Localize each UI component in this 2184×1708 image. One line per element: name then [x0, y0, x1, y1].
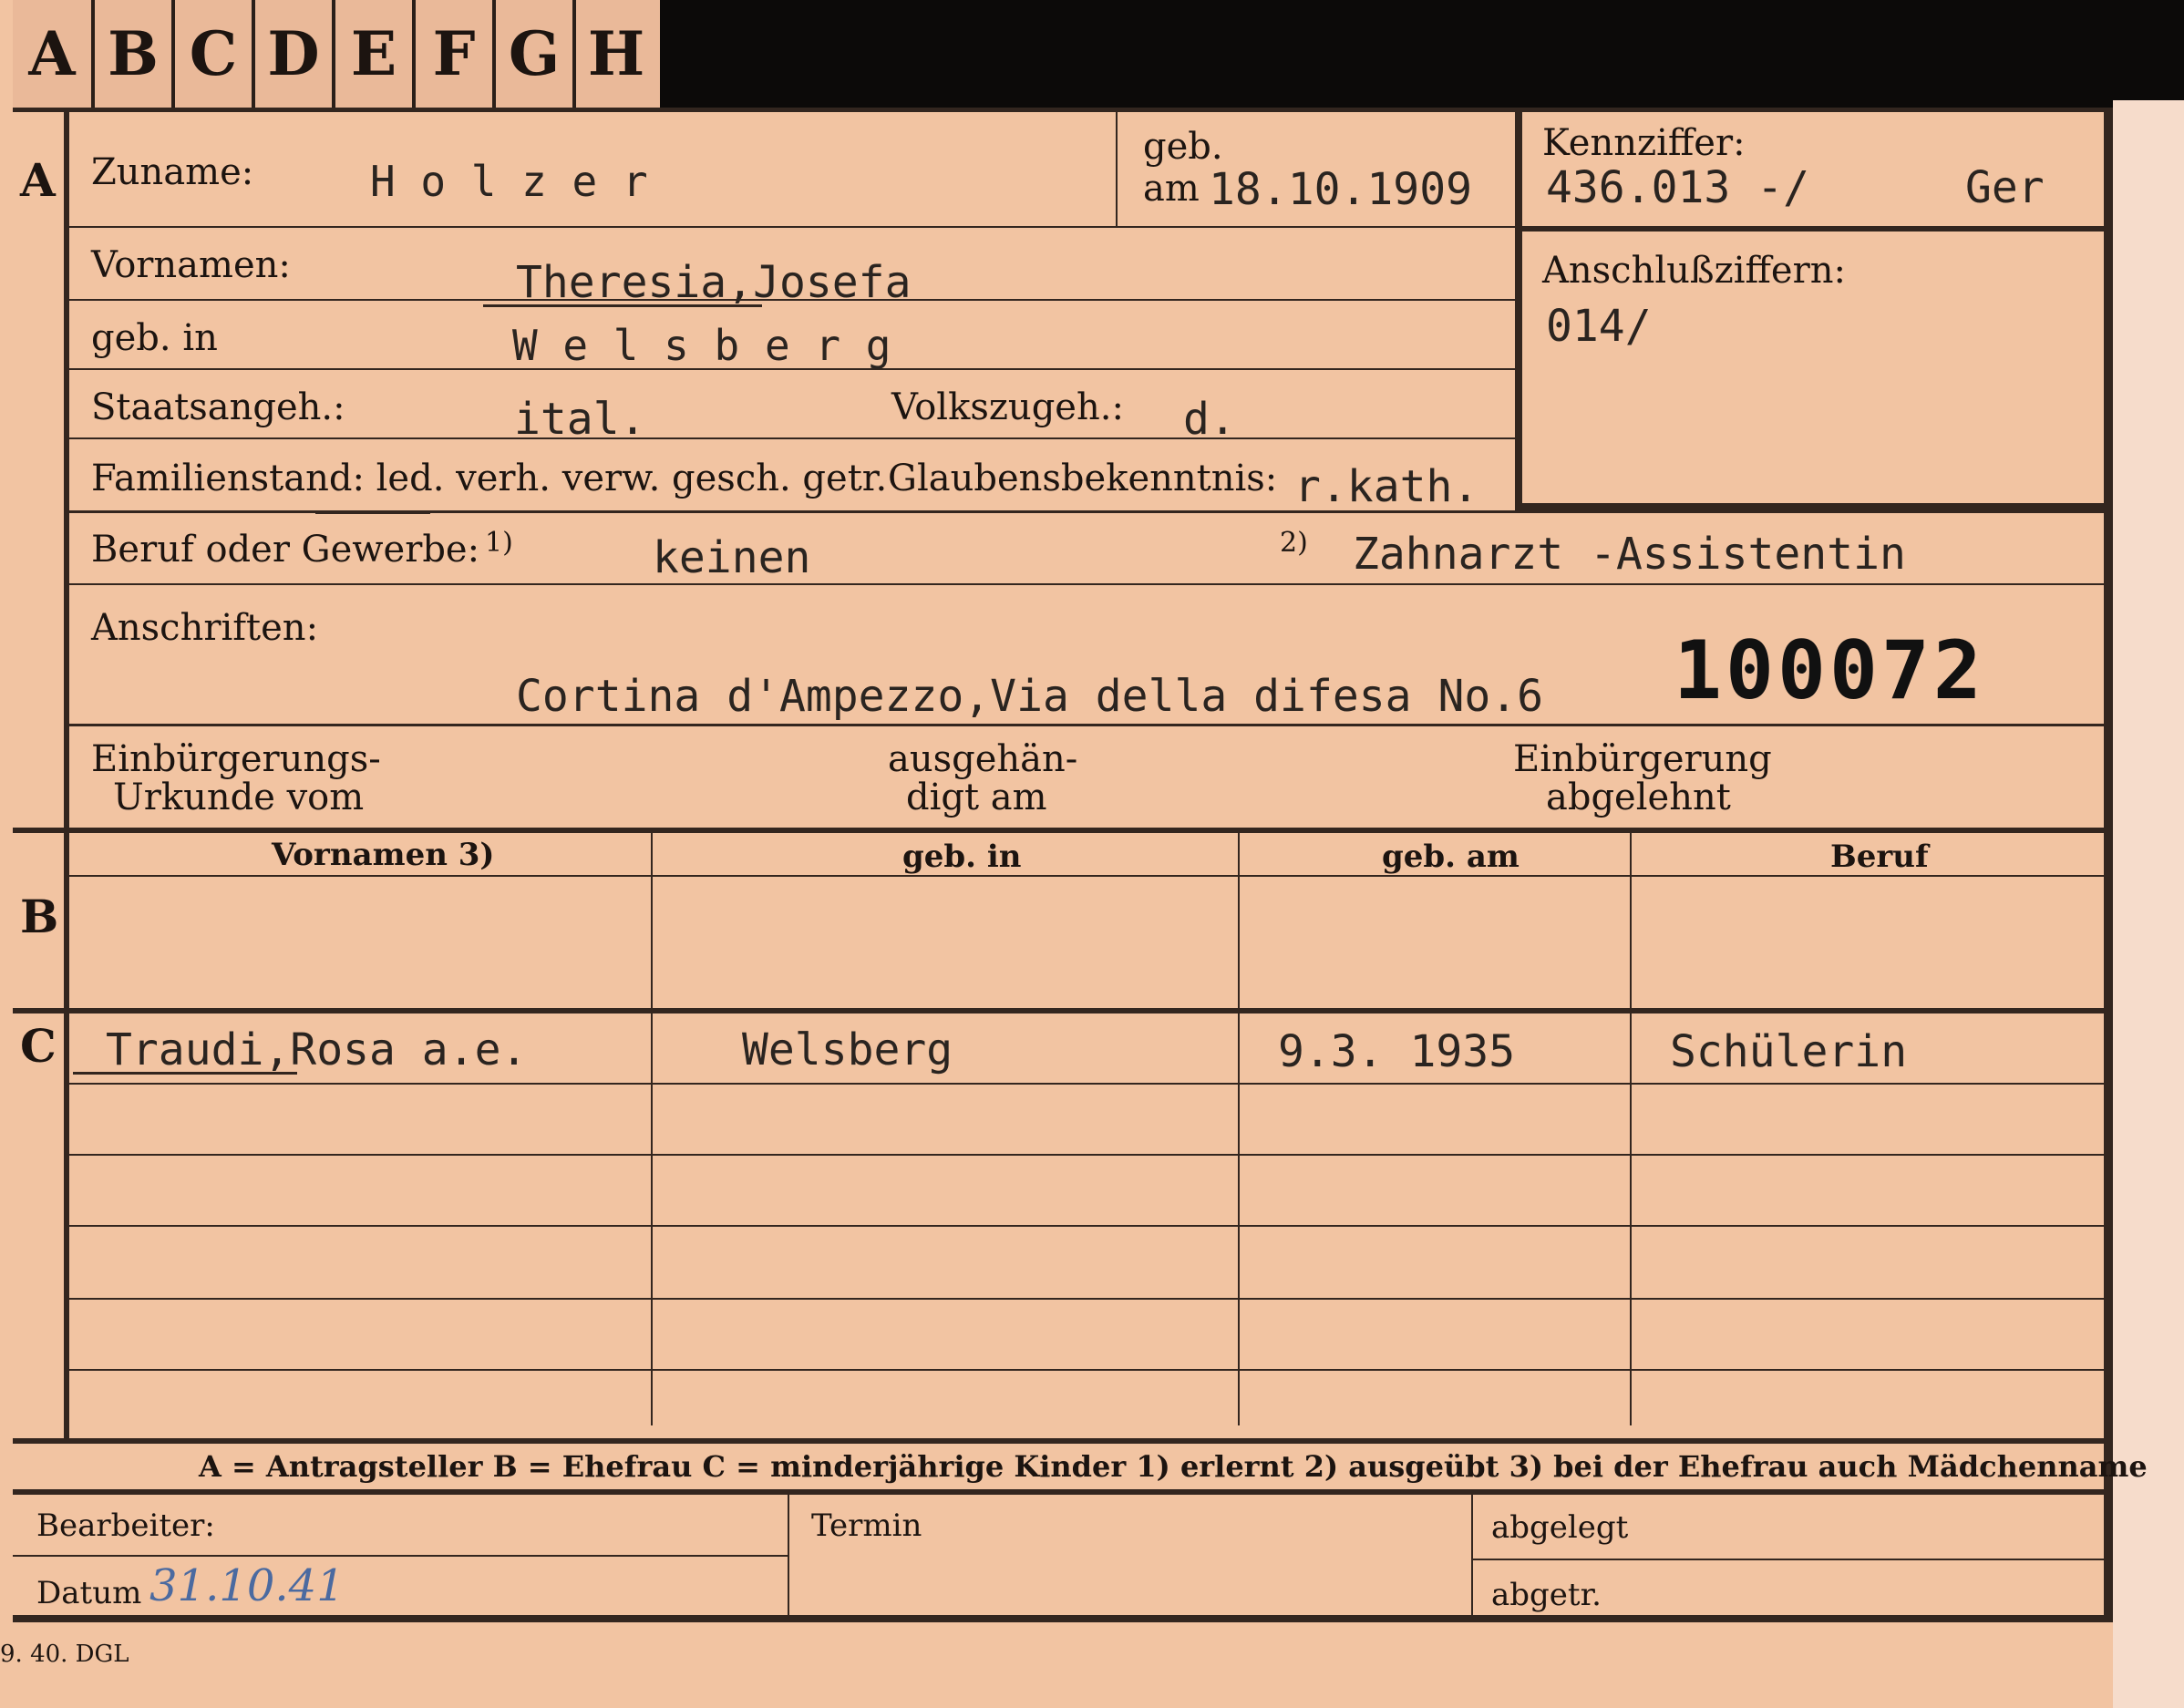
rule	[1471, 1559, 2104, 1560]
tab-h[interactable]: H	[576, 0, 656, 108]
child-geb-in: Welsberg	[742, 1024, 953, 1075]
anschluss-value: 014/	[1546, 301, 1652, 352]
anschriften-value: Cortina d'Ampezzo,Via della difesa No.6	[516, 671, 1544, 722]
datum-label: Datum	[36, 1575, 142, 1611]
ausgehaendigt-label-1: ausgehän-	[888, 738, 1078, 780]
kennziffer-label: Kennziffer:	[1542, 122, 1746, 164]
beruf-label: Beruf oder Gewerbe:	[91, 529, 480, 571]
rule	[1522, 503, 2104, 510]
abgetr-label: abgetr.	[1491, 1577, 1602, 1613]
volks-value: d.	[1183, 394, 1236, 445]
volks-label: Volkszugeh.:	[891, 386, 1124, 428]
tab-b[interactable]: B	[95, 0, 175, 108]
geb-in-label: geb. in	[91, 317, 218, 359]
legend: A = Antragsteller B = Ehefrau C = minder…	[199, 1449, 2148, 1484]
geb-am-value: 18.10.1909	[1209, 164, 1472, 215]
einb-urkunde-label-2: Urkunde vom	[113, 777, 365, 818]
anschriften-label: Anschriften:	[91, 607, 319, 649]
dark-background	[656, 0, 2184, 108]
rule	[2104, 108, 2113, 1621]
rule	[69, 724, 2104, 726]
rule	[13, 1008, 2104, 1013]
rule	[13, 108, 2113, 112]
rule	[69, 583, 2104, 585]
zuname-label: Zuname:	[91, 151, 254, 193]
kennziffer-value: 436.013 -/	[1546, 162, 1809, 213]
header-beruf: Beruf	[1830, 839, 1929, 875]
zuname-value: H o l z e r	[370, 157, 648, 206]
underline-mark	[73, 1072, 297, 1075]
tab-c[interactable]: C	[175, 0, 255, 108]
rule	[13, 1489, 2104, 1495]
termin-label: Termin	[811, 1507, 922, 1544]
rule	[69, 1083, 2104, 1085]
einb-abgelehnt-label-2: abgelehnt	[1546, 777, 1731, 818]
rule	[69, 437, 1520, 439]
header-geb-am: geb. am	[1382, 839, 1520, 875]
header-geb-in: geb. in	[902, 839, 1022, 875]
rule	[651, 833, 653, 1425]
beruf-note-2: 2)	[1280, 527, 1308, 559]
section-b-marker: B	[20, 890, 59, 943]
tab-a[interactable]: A	[13, 0, 95, 108]
kennziffer-suffix: Ger	[1965, 162, 2045, 213]
am-label: am	[1143, 168, 1200, 210]
rule	[1471, 1493, 1473, 1621]
rule	[1515, 108, 1522, 510]
glaubens-label: Glaubensbekenntnis:	[888, 458, 1278, 499]
child-geb-am: 9.3. 1935	[1278, 1026, 1516, 1077]
header-vornamen: Vornamen 3)	[272, 837, 495, 873]
geb-in-value: W e l s b e r g	[512, 321, 891, 370]
section-a-marker: A	[20, 153, 56, 207]
rule	[13, 1615, 2113, 1622]
staats-label: Staatsangeh.:	[91, 386, 345, 428]
rule	[69, 1369, 2104, 1371]
familienstand-label: Familienstand: led. verh. verw. gesch. g…	[91, 458, 888, 499]
abgelegt-label: abgelegt	[1491, 1509, 1629, 1546]
index-tabs: A B C D E F G H	[13, 0, 660, 112]
staats-value: ital.	[514, 394, 646, 445]
rule	[1522, 226, 2104, 232]
vornamen-label: Vornamen:	[91, 244, 291, 286]
rule	[69, 875, 2104, 877]
section-c-marker: C	[20, 1019, 57, 1073]
einb-urkunde-label-1: Einbürgerungs-	[91, 738, 381, 780]
vornamen-value: Theresia,Josefa	[516, 257, 912, 308]
glaubens-value: r.kath.	[1294, 461, 1479, 512]
underline-mark	[483, 304, 762, 307]
rule	[13, 828, 2104, 833]
anschluss-label: Anschlußziffern:	[1542, 250, 1846, 292]
beruf-note-1: 1)	[485, 527, 513, 559]
tab-e[interactable]: E	[335, 0, 416, 108]
tab-f[interactable]: F	[416, 0, 496, 108]
rule	[1630, 833, 1632, 1425]
rule	[69, 1225, 2104, 1227]
beruf-erlernt-value: keinen	[653, 532, 811, 583]
print-mark: 9. 40. DGL	[0, 1641, 129, 1668]
child-beruf: Schülerin	[1670, 1026, 1908, 1077]
child-vornamen: Traudi,Rosa a.e.	[106, 1024, 528, 1075]
tab-d[interactable]: D	[255, 0, 335, 108]
rule	[1116, 108, 1118, 226]
rule	[69, 1298, 2104, 1300]
rule	[1238, 833, 1240, 1425]
beruf-ausgeuebt-value: Zahnarzt -Assistentin	[1353, 529, 1906, 580]
rule	[64, 108, 69, 1443]
bearbeiter-label: Bearbeiter:	[36, 1507, 215, 1544]
geb-label: geb.	[1143, 126, 1223, 168]
tab-g[interactable]: G	[496, 0, 576, 108]
rule	[69, 1154, 2104, 1156]
einb-abgelehnt-label-1: Einbürgerung	[1513, 738, 1772, 780]
rule	[788, 1493, 789, 1621]
rule	[69, 226, 1520, 228]
underline-mark	[315, 510, 430, 514]
stamp-number: 100072	[1674, 623, 1985, 717]
rule	[13, 1438, 2104, 1444]
datum-handwritten: 31.10.41	[149, 1560, 345, 1611]
ausgehaendigt-label-2: digt am	[906, 777, 1047, 818]
rule	[13, 1555, 788, 1557]
